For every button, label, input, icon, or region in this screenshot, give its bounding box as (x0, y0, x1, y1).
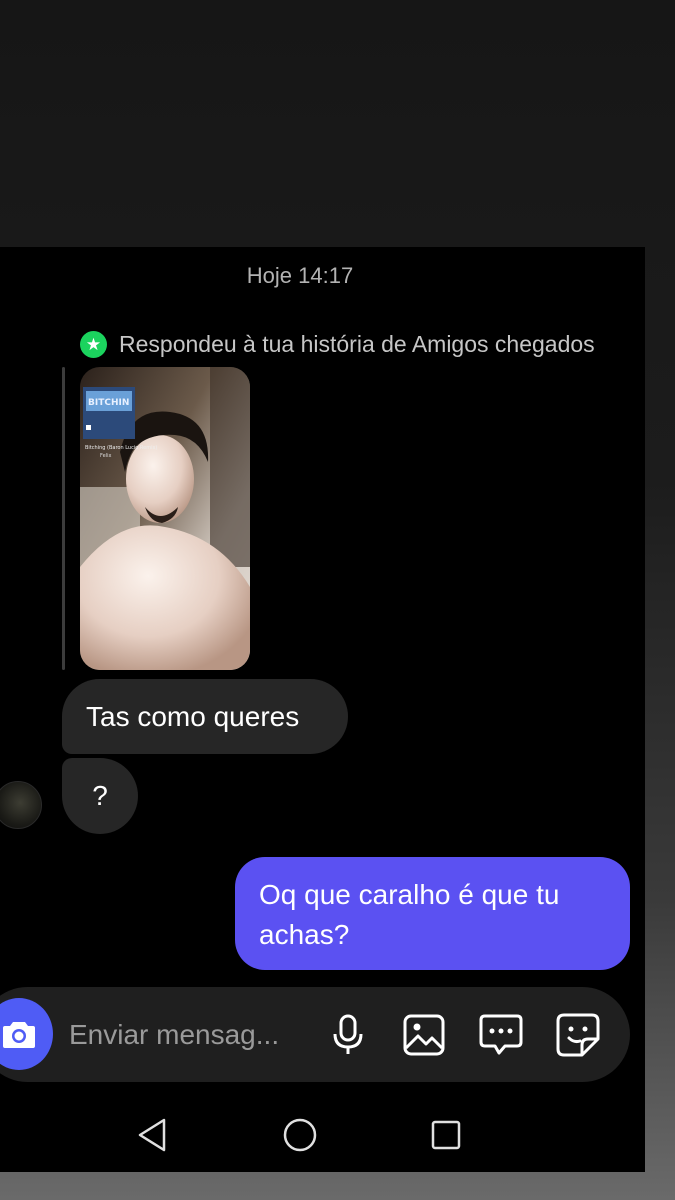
microphone-icon (333, 1014, 363, 1054)
back-icon (138, 1118, 166, 1152)
message-input[interactable] (69, 1015, 309, 1055)
date-separator: Hoje 14:17 (246, 263, 354, 288)
sticker-icon (556, 1013, 600, 1057)
gallery-button[interactable] (401, 1012, 447, 1058)
story-reply-header: ★ Respondeu à tua história de Amigos che… (80, 331, 595, 358)
story-music-title: Bitching (Baron Lucio Remix) (85, 445, 157, 451)
camera-icon (3, 1022, 35, 1048)
chat-icon (479, 1014, 523, 1055)
microphone-button[interactable] (325, 1012, 371, 1058)
story-photo: BITCHIN Bitching (Baron Lucio Remix) Fel… (80, 367, 250, 670)
star-icon: ★ (80, 331, 107, 358)
recents-icon (431, 1120, 461, 1150)
svg-text:BITCHIN: BITCHIN (88, 398, 129, 408)
avatar[interactable] (0, 781, 42, 829)
system-nav-bar (0, 1097, 645, 1172)
story-reply-label: Respondeu à tua história de Amigos chega… (119, 331, 595, 357)
incoming-message[interactable]: Tas como queres (62, 679, 348, 754)
recents-button[interactable] (426, 1115, 466, 1155)
reply-quote-line (62, 367, 65, 670)
chat-options-button[interactable] (478, 1012, 524, 1058)
sticker-button[interactable] (555, 1012, 601, 1058)
gallery-icon (403, 1014, 445, 1056)
story-music-artist: Felix (100, 453, 111, 459)
outgoing-message[interactable]: Oq que caralho é que tu achas? (235, 857, 630, 970)
home-button[interactable] (280, 1115, 320, 1155)
chat-screen: Hoje 14:17 ★ Respondeu à tua história de… (0, 247, 645, 1172)
story-thumbnail[interactable]: BITCHIN Bitching (Baron Lucio Remix) Fel… (80, 367, 250, 670)
incoming-message[interactable]: ? (62, 758, 138, 834)
back-button[interactable] (132, 1115, 172, 1155)
home-icon (283, 1118, 317, 1152)
